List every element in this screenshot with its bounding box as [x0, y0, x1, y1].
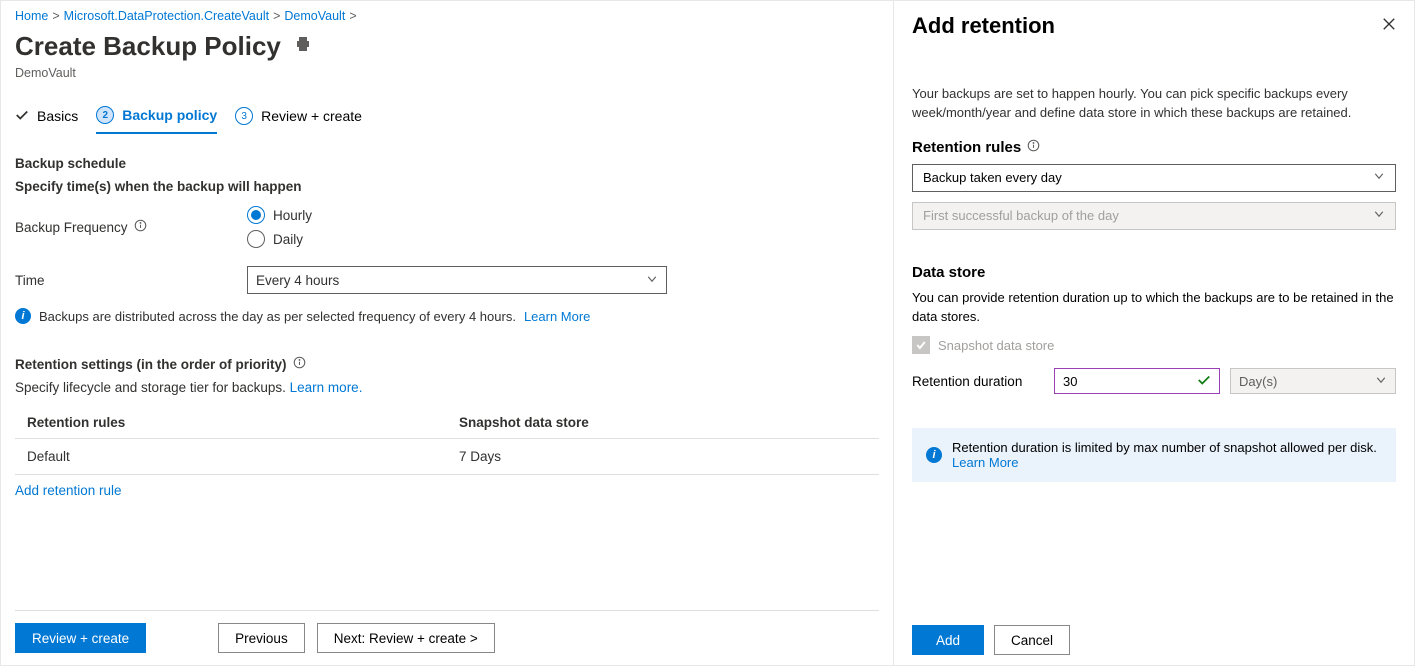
schedule-heading: Backup schedule [15, 156, 879, 171]
step-basics[interactable]: Basics [15, 106, 78, 134]
retention-sub-select: First successful backup of the day [912, 202, 1396, 230]
info-icon: i [926, 447, 942, 463]
lifecycle-text: Specify lifecycle and storage tier for b… [15, 380, 286, 395]
time-label: Time [15, 273, 45, 288]
info-icon: i [15, 308, 31, 324]
wizard-steps: Basics 2 Backup policy 3 Review + create [15, 106, 879, 134]
info-icon[interactable] [134, 219, 147, 235]
learn-more-link[interactable]: Learn More [524, 309, 590, 324]
step-review-create[interactable]: 3 Review + create [235, 106, 362, 134]
duration-input[interactable]: 30 [1054, 368, 1220, 394]
chevron-down-icon [646, 273, 658, 288]
retention-heading: Retention settings (in the order of prio… [15, 357, 287, 372]
frequency-label: Backup Frequency [15, 220, 128, 235]
step-number: 2 [96, 106, 114, 124]
chevron-down-icon [1373, 208, 1385, 223]
time-select[interactable]: Every 4 hours [247, 266, 667, 294]
add-retention-rule-link[interactable]: Add retention rule [15, 483, 122, 498]
snapshot-store-checkbox: Snapshot data store [912, 336, 1396, 354]
print-icon[interactable] [295, 36, 311, 57]
panel-info-bar: i Retention duration is limited by max n… [912, 428, 1396, 482]
data-store-desc: You can provide retention duration up to… [912, 289, 1396, 327]
review-create-button[interactable]: Review + create [15, 623, 146, 653]
info-icon[interactable] [293, 356, 306, 372]
frequency-daily-radio[interactable]: Daily [247, 230, 312, 248]
retention-table: Retention rules Snapshot data store Defa… [15, 407, 879, 475]
panel-title: Add retention [912, 13, 1055, 39]
check-icon [15, 108, 29, 125]
frequency-hourly-radio[interactable]: Hourly [247, 206, 312, 224]
panel-description: Your backups are set to happen hourly. Y… [912, 85, 1396, 123]
page-subtitle: DemoVault [15, 66, 879, 80]
next-button[interactable]: Next: Review + create > [317, 623, 495, 653]
step-number: 3 [235, 107, 253, 125]
add-button[interactable]: Add [912, 625, 984, 655]
step-backup-policy[interactable]: 2 Backup policy [96, 106, 217, 134]
learn-more-link[interactable]: Learn More [952, 455, 1018, 470]
chevron-down-icon [1373, 170, 1385, 185]
breadcrumb-vault-create[interactable]: Microsoft.DataProtection.CreateVault [64, 9, 269, 23]
learn-more-link[interactable]: Learn more. [290, 380, 363, 395]
close-icon[interactable] [1382, 17, 1396, 36]
valid-icon [1197, 373, 1211, 390]
breadcrumb: Home > Microsoft.DataProtection.CreateVa… [15, 9, 879, 23]
cancel-button[interactable]: Cancel [994, 625, 1070, 655]
duration-label: Retention duration [912, 374, 1044, 389]
info-icon[interactable] [1027, 139, 1040, 156]
col-store: Snapshot data store [447, 407, 879, 439]
data-store-heading: Data store [912, 264, 1396, 281]
schedule-prompt: Specify time(s) when the backup will hap… [15, 179, 879, 194]
duration-unit-select: Day(s) [1230, 368, 1396, 394]
breadcrumb-home[interactable]: Home [15, 9, 48, 23]
chevron-down-icon [1375, 374, 1387, 389]
table-row: Default 7 Days [15, 439, 879, 475]
col-rules: Retention rules [15, 407, 447, 439]
schedule-info-bar: i Backups are distributed across the day… [15, 308, 879, 324]
page-title: Create Backup Policy [15, 31, 281, 62]
previous-button[interactable]: Previous [218, 623, 305, 653]
retention-rules-heading: Retention rules [912, 139, 1021, 156]
breadcrumb-demo-vault[interactable]: DemoVault [284, 9, 345, 23]
retention-rule-select[interactable]: Backup taken every day [912, 164, 1396, 192]
